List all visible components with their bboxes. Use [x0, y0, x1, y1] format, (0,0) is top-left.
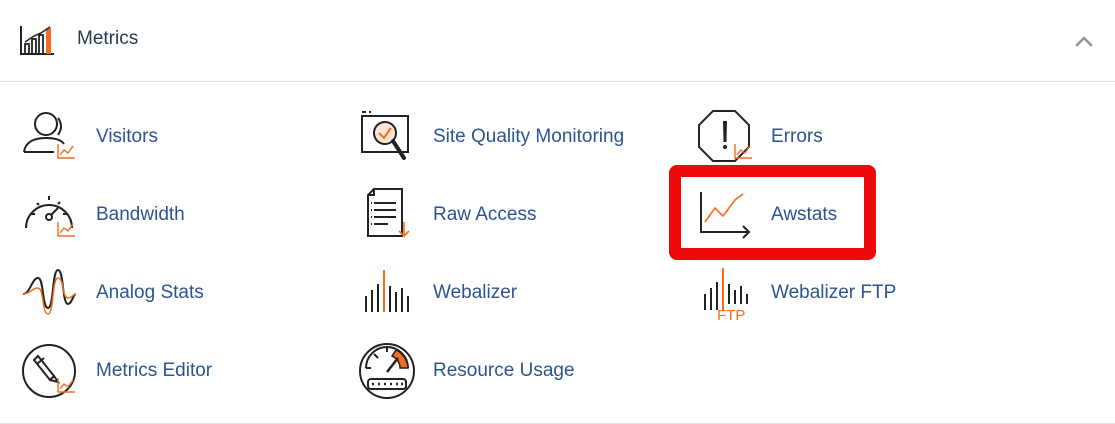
- visitors-label: Visitors: [96, 126, 158, 147]
- bandwidth-label: Bandwidth: [96, 204, 185, 225]
- webalizer-ftp-link[interactable]: FTP Webalizer FTP: [697, 264, 917, 326]
- raw-access-link[interactable]: Raw Access: [358, 186, 558, 248]
- ftp-icon-text: FTP: [717, 307, 745, 322]
- resource-usage-link[interactable]: Resource Usage: [358, 342, 598, 404]
- bandwidth-link[interactable]: Bandwidth: [20, 186, 200, 248]
- visitors-icon: [23, 112, 75, 159]
- awstats-highlight-box: [669, 165, 876, 260]
- errors-label: Errors: [771, 126, 823, 147]
- metrics-header[interactable]: Metrics: [0, 0, 1115, 82]
- metrics-panel: Metrics Visitors Site Quality Monitoring: [0, 0, 1115, 424]
- site-quality-monitoring-label: Site Quality Monitoring: [433, 126, 625, 147]
- metrics-bar-chart-icon: [20, 26, 54, 55]
- metrics-editor-icon: [22, 344, 76, 398]
- analog-stats-label: Analog Stats: [96, 282, 204, 303]
- metrics-editor-label: Metrics Editor: [96, 360, 213, 381]
- webalizer-ftp-icon: FTP: [704, 268, 748, 322]
- analog-stats-link[interactable]: Analog Stats: [20, 264, 220, 326]
- bandwidth-icon: [25, 196, 75, 237]
- webalizer-link[interactable]: Webalizer: [358, 264, 558, 326]
- raw-access-icon: [367, 188, 410, 238]
- webalizer-ftp-label: Webalizer FTP: [771, 282, 897, 303]
- errors-icon: [698, 110, 752, 162]
- webalizer-icon: [365, 270, 409, 312]
- analog-stats-icon: [22, 268, 77, 315]
- site-quality-monitoring-link[interactable]: Site Quality Monitoring: [358, 108, 648, 170]
- section-title: Metrics: [77, 28, 139, 49]
- raw-access-label: Raw Access: [433, 204, 537, 225]
- visitors-link[interactable]: Visitors: [20, 108, 180, 170]
- site-quality-icon: [361, 111, 409, 160]
- resource-usage-icon: [359, 343, 415, 399]
- chevron-up-icon[interactable]: [1070, 28, 1098, 54]
- resource-usage-label: Resource Usage: [433, 360, 575, 381]
- webalizer-label: Webalizer: [433, 282, 518, 303]
- errors-link[interactable]: Errors: [697, 108, 847, 170]
- metrics-editor-link[interactable]: Metrics Editor: [20, 342, 240, 404]
